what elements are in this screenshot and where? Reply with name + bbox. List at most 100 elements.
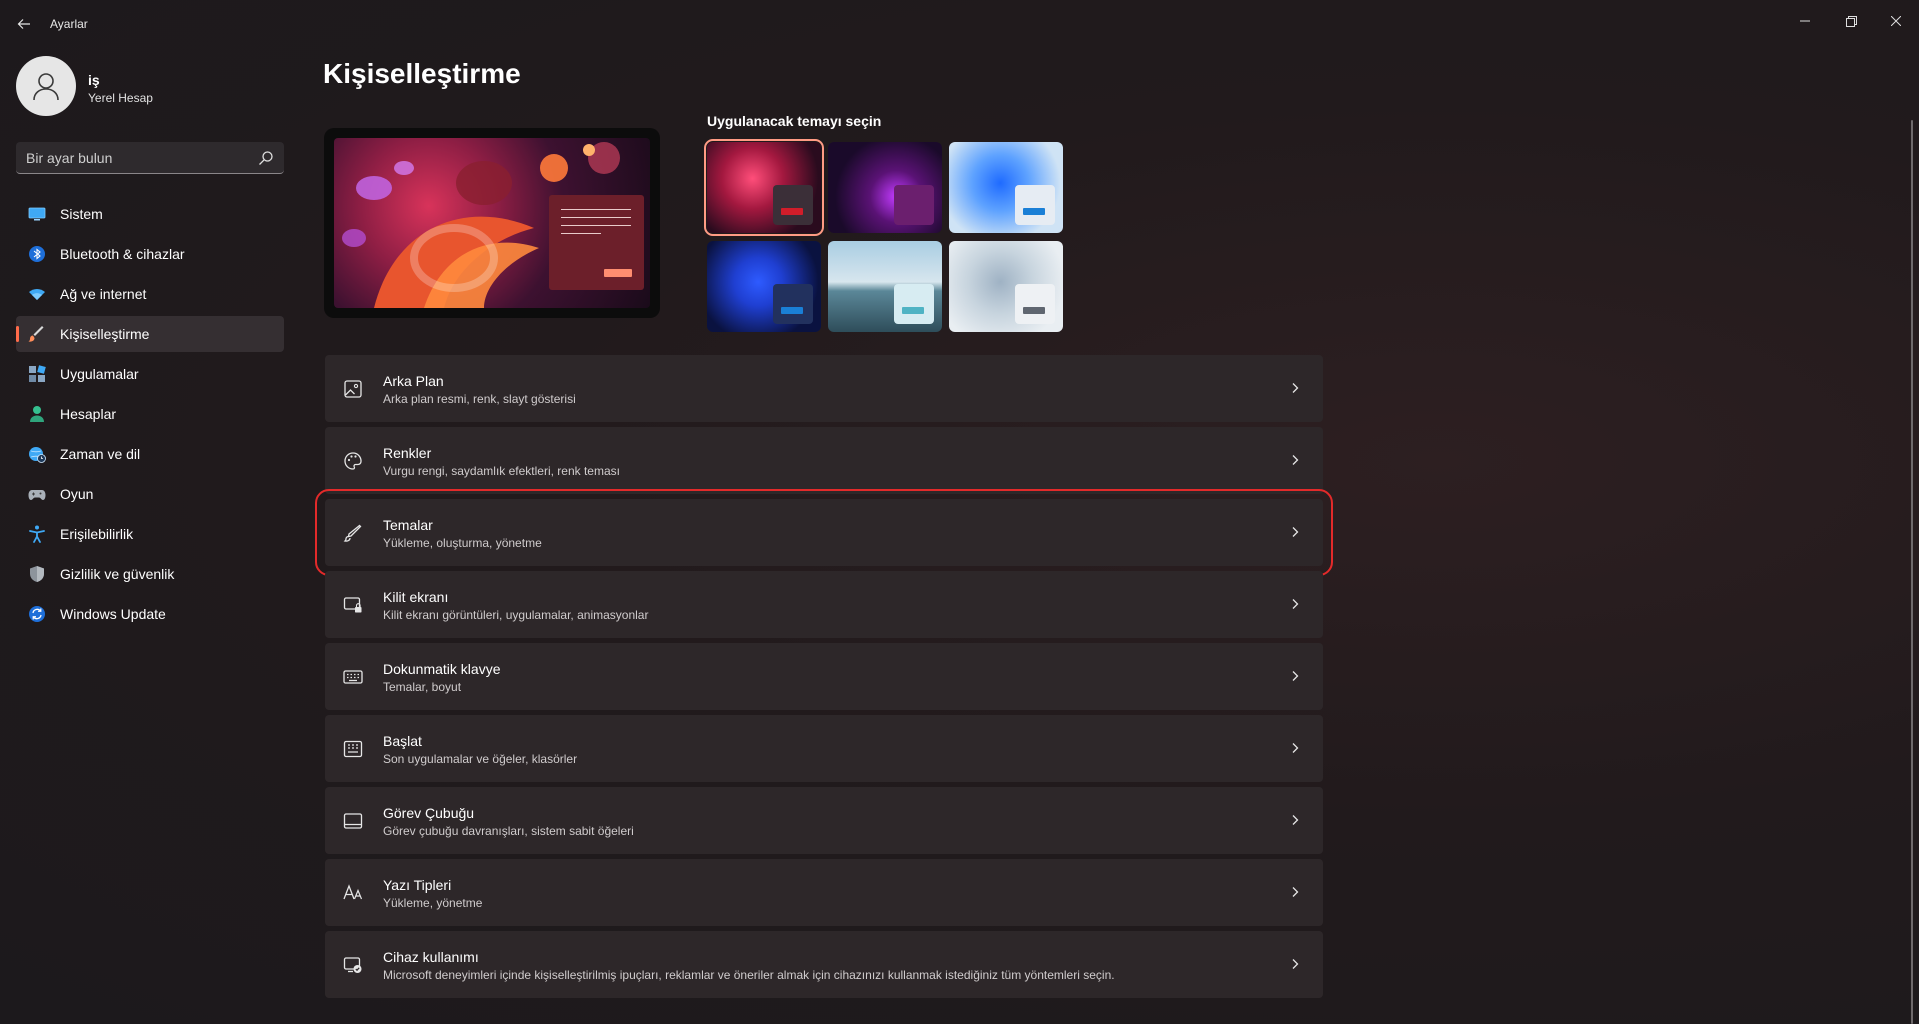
theme-preview-wallpaper bbox=[334, 138, 650, 308]
theme-accent-chip bbox=[902, 307, 924, 314]
scrollbar[interactable] bbox=[1911, 120, 1913, 1024]
chevron-right-icon bbox=[1292, 671, 1299, 681]
sidebar-item-sistem[interactable]: Sistem bbox=[16, 196, 284, 232]
preview-line bbox=[561, 209, 631, 210]
theme-accent-chip bbox=[1023, 307, 1045, 314]
device-usage-icon bbox=[343, 957, 362, 973]
chevron-right-icon bbox=[1292, 383, 1299, 393]
row-title: Kilit ekranı bbox=[383, 589, 449, 605]
row-description: Görev çubuğu davranışları, sistem sabit … bbox=[383, 824, 634, 838]
theme-glow-purple[interactable] bbox=[828, 142, 942, 233]
settings-row-lock-screen[interactable]: Kilit ekranı Kilit ekranı görüntüleri, u… bbox=[325, 571, 1323, 638]
wifi-icon bbox=[29, 289, 45, 300]
taskbar-icon bbox=[343, 813, 363, 829]
image-icon bbox=[344, 380, 362, 398]
settings-row-background[interactable]: Arka Plan Arka plan resmi, renk, slayt g… bbox=[325, 355, 1323, 422]
restore-icon bbox=[1845, 15, 1857, 27]
user-icon bbox=[33, 73, 59, 101]
row-description: Son uygulamalar ve öğeler, klasörler bbox=[383, 752, 578, 766]
preview-window bbox=[549, 195, 644, 290]
theme-lake[interactable] bbox=[828, 241, 942, 332]
settings-row-themes[interactable]: Temalar Yükleme, oluşturma, yönetme bbox=[315, 489, 1333, 576]
theme-bloom-light[interactable] bbox=[949, 142, 1063, 233]
sidebar-item-accessibility[interactable]: Erişilebilirlik bbox=[16, 516, 284, 552]
theme-swatch bbox=[1015, 284, 1055, 324]
theme-swatch bbox=[1015, 185, 1055, 225]
search-box[interactable] bbox=[16, 142, 284, 174]
row-description: Kilit ekranı görüntüleri, uygulamalar, a… bbox=[383, 608, 649, 622]
sidebar-item-label: Erişilebilirlik bbox=[60, 526, 134, 542]
theme-glow-red[interactable] bbox=[704, 139, 824, 236]
chevron-right-icon bbox=[1292, 815, 1299, 825]
theme-bloom-dark[interactable] bbox=[707, 241, 821, 332]
minimize-icon bbox=[1800, 20, 1810, 22]
theme-swatch bbox=[773, 185, 813, 225]
page-title: Kişiselleştirme bbox=[323, 58, 521, 89]
theme-accent-chip bbox=[781, 208, 803, 215]
theme-swatch bbox=[894, 185, 934, 225]
search-icon[interactable] bbox=[258, 150, 274, 166]
settings-row-colors[interactable]: Renkler Vurgu rengi, saydamlık efektleri… bbox=[325, 427, 1323, 494]
theme-preview bbox=[324, 128, 660, 318]
sidebar-item-privacy[interactable]: Gizlilik ve güvenlik bbox=[16, 556, 284, 592]
settings-row-touch-keyboard[interactable]: Dokunmatik klavye Temalar, boyut bbox=[325, 643, 1323, 710]
close-button[interactable] bbox=[1873, 6, 1919, 36]
row-description: Yükleme, yönetme bbox=[383, 896, 483, 910]
sidebar-item-apps[interactable]: Uygulamalar bbox=[16, 356, 284, 392]
font-icon bbox=[343, 884, 363, 900]
sidebar-item-label: Gizlilik ve güvenlik bbox=[60, 566, 175, 582]
sidebar-item-network[interactable]: Ağ ve internet bbox=[16, 276, 284, 312]
sidebar-item-accounts[interactable]: Hesaplar bbox=[16, 396, 284, 432]
sidebar-item-label: Sistem bbox=[60, 206, 103, 222]
sidebar-item-time-language[interactable]: Zaman ve dil bbox=[16, 436, 284, 472]
settings-list: Arka Plan Arka plan resmi, renk, slayt g… bbox=[315, 355, 1333, 1003]
row-title: Renkler bbox=[383, 445, 432, 461]
sidebar-item-personalization[interactable]: Kişiselleştirme bbox=[16, 316, 284, 352]
monitor-icon bbox=[28, 207, 46, 221]
sidebar-nav: Sistem Bluetooth & cihazlar Ağ ve intern… bbox=[16, 196, 284, 636]
row-title: Arka Plan bbox=[383, 373, 444, 389]
sidebar-item-gaming[interactable]: Oyun bbox=[16, 476, 284, 512]
avatar[interactable] bbox=[16, 56, 76, 116]
sidebar-item-label: Kişiselleştirme bbox=[60, 326, 150, 342]
row-description: Yükleme, oluşturma, yönetme bbox=[383, 536, 542, 550]
search-input[interactable] bbox=[26, 142, 246, 173]
row-title: Cihaz kullanımı bbox=[383, 949, 479, 965]
pen-icon bbox=[343, 524, 362, 542]
row-title: Görev Çubuğu bbox=[383, 805, 475, 821]
chevron-right-icon bbox=[1292, 887, 1299, 897]
theme-accent-chip bbox=[1023, 208, 1045, 215]
sidebar-item-windows-update[interactable]: Windows Update bbox=[16, 596, 284, 632]
row-description: Arka plan resmi, renk, slayt gösterisi bbox=[383, 392, 576, 406]
settings-row-start[interactable]: Başlat Son uygulamalar ve öğeler, klasör… bbox=[325, 715, 1323, 782]
settings-row-taskbar[interactable]: Görev Çubuğu Görev çubuğu davranışları, … bbox=[325, 787, 1323, 854]
sidebar-item-label: Zaman ve dil bbox=[60, 446, 141, 462]
preview-line bbox=[561, 233, 601, 234]
sidebar-item-label: Ağ ve internet bbox=[60, 286, 147, 302]
sidebar-item-label: Oyun bbox=[60, 486, 94, 502]
apps-icon bbox=[29, 365, 46, 382]
preview-line bbox=[561, 225, 631, 226]
minimize-button[interactable] bbox=[1782, 6, 1828, 36]
settings-row-fonts[interactable]: Yazı Tipleri Yükleme, yönetme bbox=[325, 859, 1323, 926]
back-button[interactable] bbox=[10, 12, 38, 36]
row-title: Temalar bbox=[383, 517, 433, 533]
gamepad-icon bbox=[28, 490, 46, 500]
palette-icon bbox=[344, 452, 362, 470]
settings-row-device-usage[interactable]: Cihaz kullanımı Microsoft deneyimleri iç… bbox=[325, 931, 1323, 998]
row-description: Microsoft deneyimleri içinde kişiselleşt… bbox=[383, 968, 1115, 982]
row-description: Vurgu rengi, saydamlık efektleri, renk t… bbox=[383, 464, 620, 478]
brush-icon bbox=[28, 326, 44, 342]
themes-heading: Uygulanacak temayı seçin bbox=[707, 113, 882, 129]
sidebar-item-label: Uygulamalar bbox=[60, 366, 139, 382]
theme-flow[interactable] bbox=[949, 241, 1063, 332]
restore-button[interactable] bbox=[1828, 6, 1874, 36]
shield-icon bbox=[30, 566, 44, 582]
app-title: Ayarlar bbox=[50, 17, 88, 31]
sidebar-item-bluetooth[interactable]: Bluetooth & cihazlar bbox=[16, 236, 284, 272]
keyboard-icon bbox=[343, 670, 363, 684]
chevron-right-icon bbox=[1292, 599, 1299, 609]
sidebar-item-label: Windows Update bbox=[60, 606, 166, 622]
account-type: Yerel Hesap bbox=[88, 91, 153, 105]
chevron-right-icon bbox=[1292, 959, 1299, 969]
